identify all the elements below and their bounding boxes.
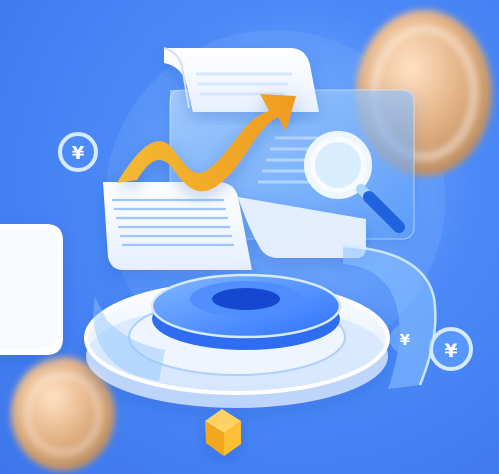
yen-coin-right-icon: ¥ [429, 327, 473, 371]
finance-illustration-scene: ¥ ¥ ¥ [0, 0, 499, 474]
yen-symbol-glass: ¥ [400, 331, 411, 349]
yen-coin-left-icon: ¥ [58, 132, 98, 172]
document-top-icon [163, 47, 319, 112]
left-card-icon [0, 224, 63, 355]
yen-symbol-left: ¥ [72, 143, 85, 164]
illustration-svg: ¥ ¥ ¥ [0, 10, 492, 471]
yen-symbol-right: ¥ [444, 340, 457, 362]
cube-icon [205, 409, 241, 456]
